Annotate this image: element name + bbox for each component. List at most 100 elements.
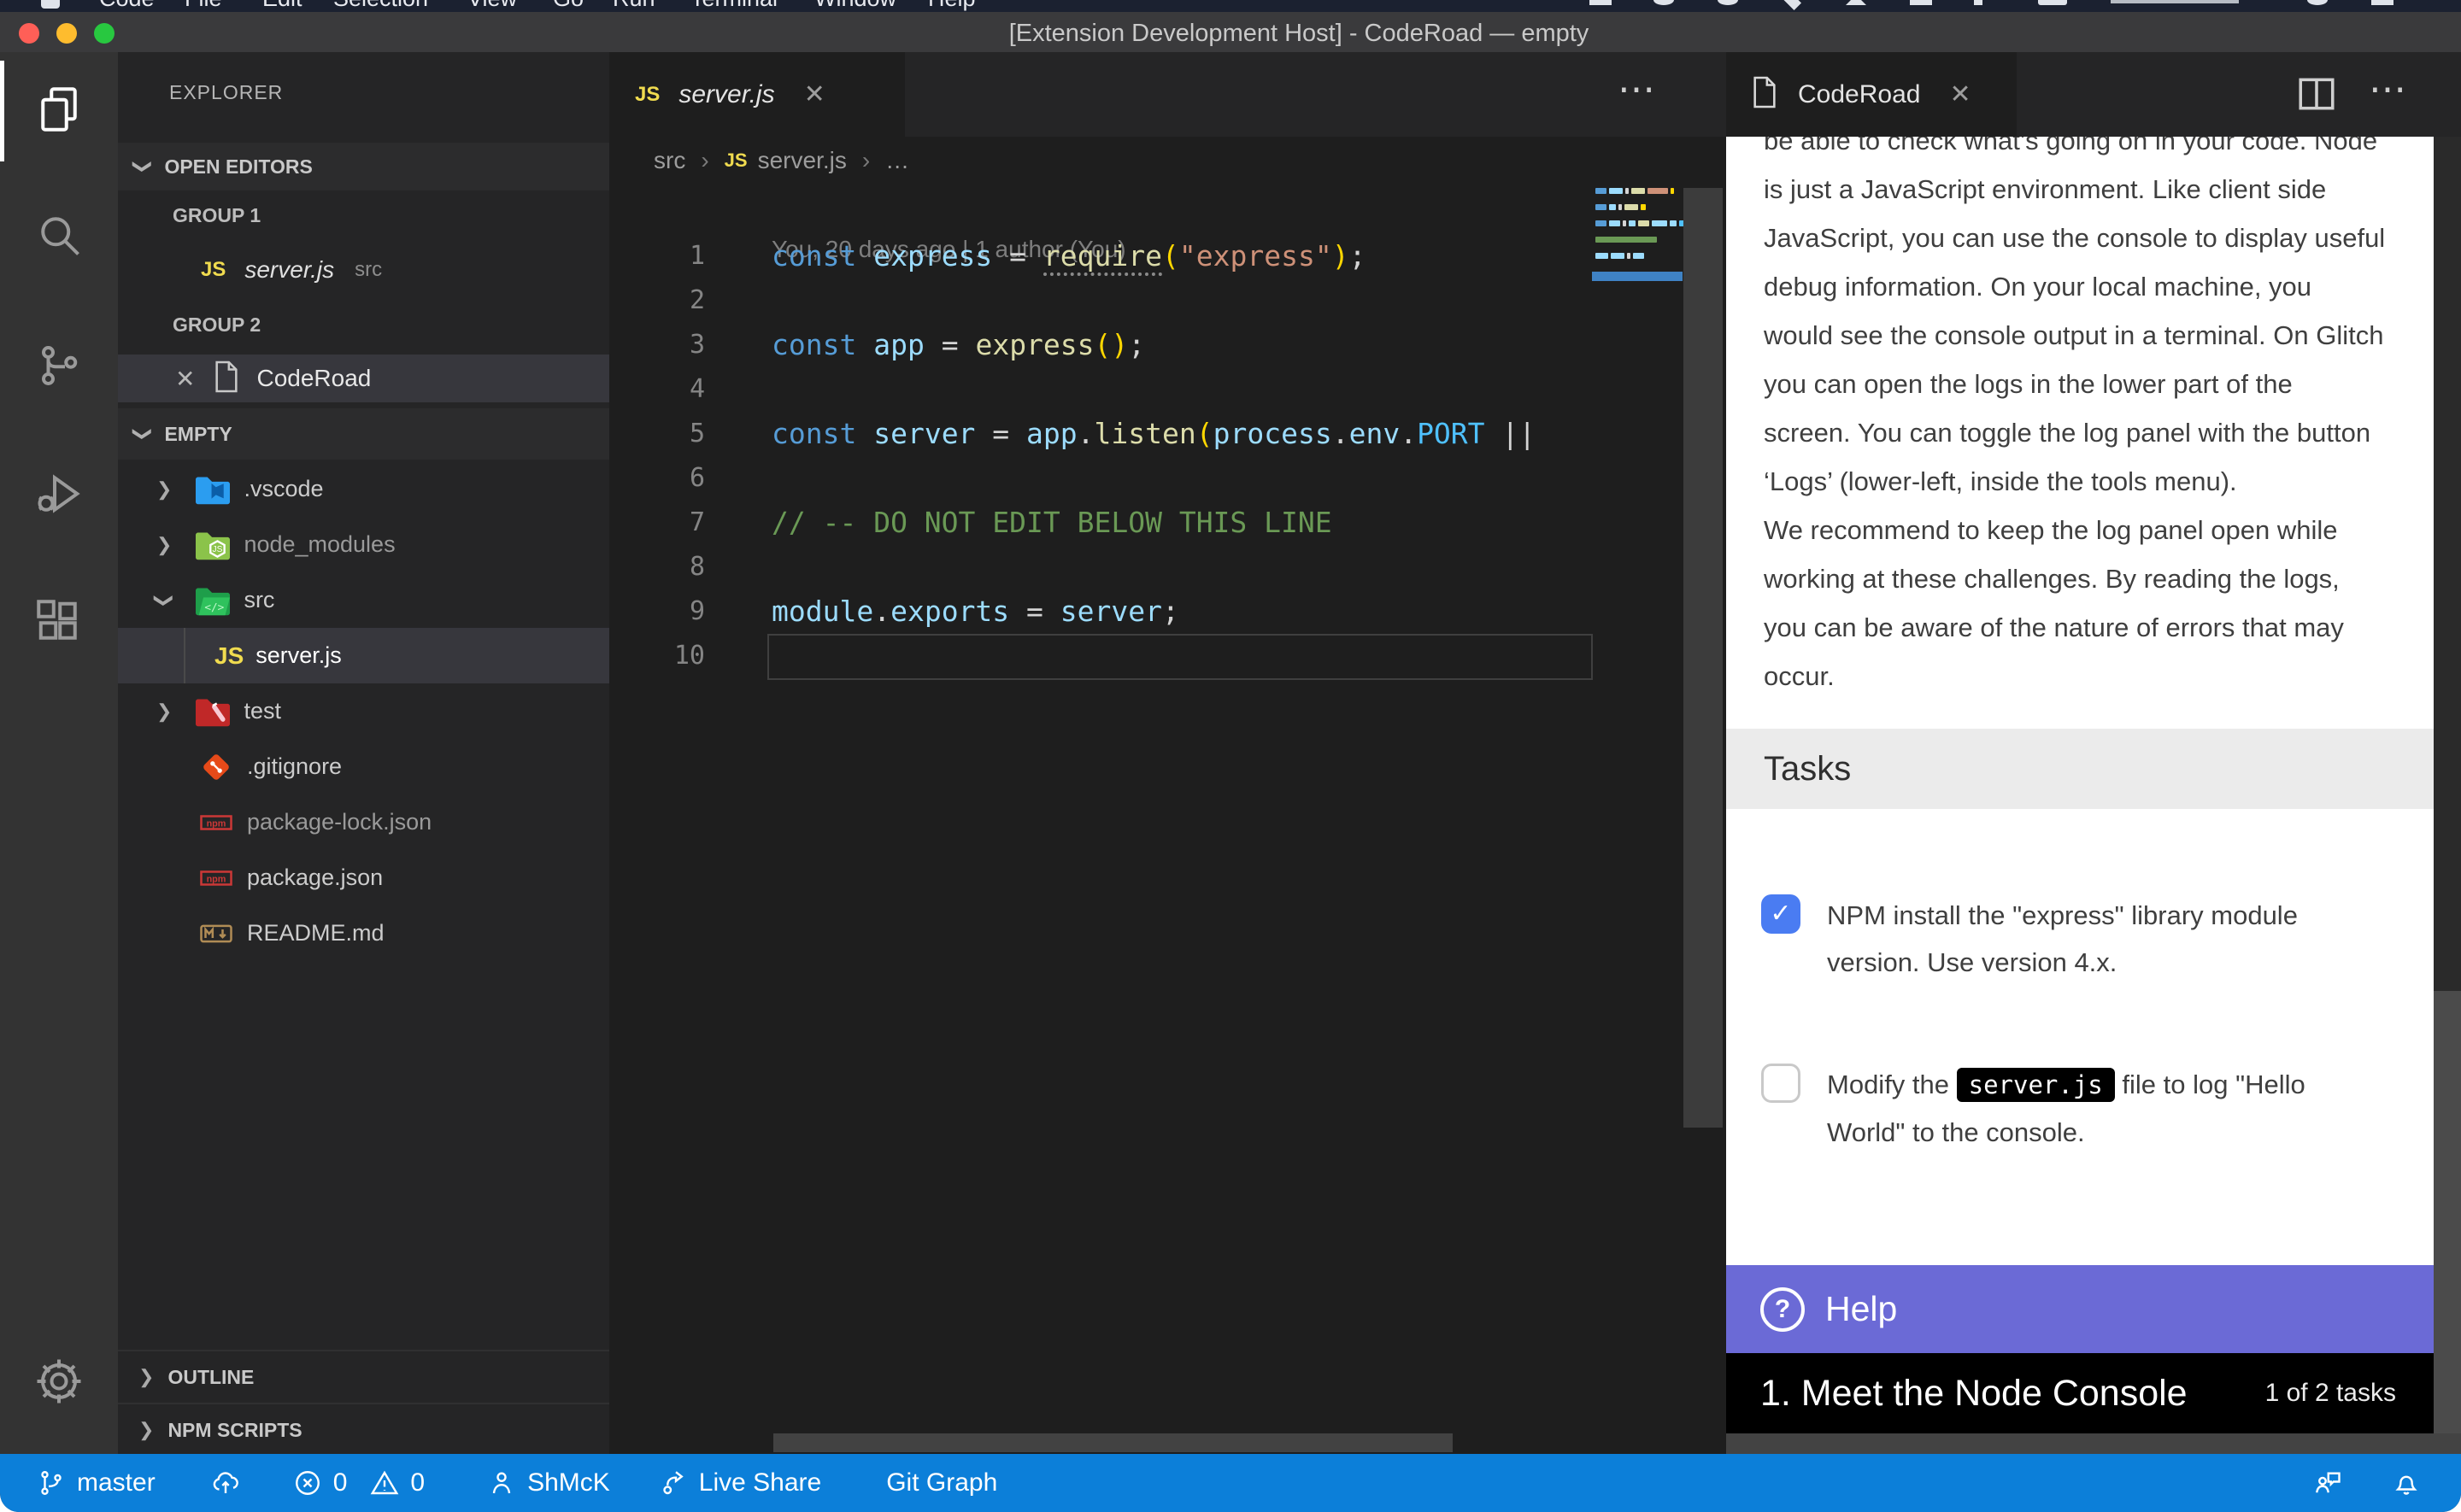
menubar-status-icon[interactable] [1781,0,1801,10]
tree-item-package-lock-json[interactable]: npmpackage-lock.json [118,794,609,850]
tab-coderoad[interactable]: CodeRoad ✕ [1726,52,2017,137]
status-item-bell-icon[interactable] [2391,1468,2422,1498]
chevron-right-icon: ❯ [156,700,172,723]
tab-serverjs[interactable]: JS server.js ✕ [609,52,905,137]
minimize-window-button[interactable] [56,23,77,44]
run-debug-icon[interactable] [0,442,118,545]
status-item-feedback-icon[interactable] [2312,1468,2343,1498]
status-item-live-share[interactable]: Live Share [658,1468,821,1498]
editor-vertical-scrollbar[interactable] [1683,188,1723,1128]
zoom-window-button[interactable] [94,23,115,44]
source-control-icon[interactable] [0,314,118,417]
menu-terminal[interactable]: Terminal [690,0,778,12]
folder-section-header[interactable]: ❯ EMPTY [118,408,609,460]
tree-item--vscode[interactable]: ❯.vscode [118,461,609,517]
settings-gear-icon[interactable] [0,1330,118,1433]
menu-file[interactable]: File [185,0,222,12]
extensions-icon[interactable] [0,571,118,673]
help-label: Help [1825,1289,1897,1329]
webview-scrollbar-track[interactable] [2434,137,2461,1433]
open-editor-coderoad[interactable]: ✕ CodeRoad [118,355,609,402]
tutorial-text-line: be able to check what’s going on in your… [1764,137,2385,165]
close-icon[interactable]: ✕ [175,365,195,393]
panel-more-actions-icon[interactable]: ⋯ [2369,67,2410,111]
webview-scrollbar-thumb[interactable] [2434,991,2461,1433]
menubar-clock[interactable] [2111,0,2239,3]
window-titlebar[interactable]: [Extension Development Host] - CodeRoad … [0,12,2461,53]
breadcrumb-item[interactable]: server.js [758,147,847,174]
menu-run[interactable]: Run [613,0,655,12]
code-line-9[interactable]: 9module.exports = server; [609,589,1601,634]
npm-scripts-section-header[interactable]: ❯ NPM SCRIPTS [118,1403,609,1454]
tree-item-label: server.js [255,642,342,669]
coderoad-webview: be able to check what’s going on in your… [1726,137,2434,1433]
code-line-7[interactable]: 7// -- DO NOT EDIT BELOW THIS LINE [609,501,1601,545]
open-editor-serverjs[interactable]: JS server.js src [118,250,609,290]
close-icon[interactable]: ✕ [804,79,825,109]
status-item-git-graph[interactable]: Git Graph [886,1468,997,1497]
npm-icon: npm [197,861,235,895]
menubar-status-icon[interactable] [1846,0,1866,5]
menu-help[interactable]: Help [928,0,976,12]
status-item-0[interactable]: 0 [292,1468,348,1498]
menubar-status-icon[interactable] [1589,0,1612,5]
tree-item-test[interactable]: ❯test [118,683,609,739]
outline-section-header[interactable]: ❯ OUTLINE [118,1350,609,1403]
tree-item-src[interactable]: ❯</>src [118,572,609,628]
panel-tab-bar: CodeRoad ✕ ⋯ [1726,52,2461,137]
tree-item-package-json[interactable]: npm package.json [118,850,609,905]
editor-more-actions-icon[interactable]: ⋯ [1618,67,1659,111]
status-item-shmck[interactable]: ShMcK [486,1468,610,1498]
split-editor-icon[interactable] [2295,73,2338,120]
close-window-button[interactable] [19,23,39,44]
menubar-status-icon[interactable] [2371,0,2393,5]
menubar-status-icon[interactable] [1653,0,1674,5]
close-icon[interactable]: ✕ [1949,79,1971,109]
status-item-0[interactable]: 0 [369,1468,425,1498]
open-editors-header[interactable]: ❯ OPEN EDITORS [118,143,609,190]
task1-checkbox[interactable]: ✓ [1761,894,1800,934]
menu-window[interactable]: Window [814,0,896,12]
apple-menu-icon[interactable] [41,0,60,9]
code-line-4[interactable]: 4 [609,367,1601,412]
breadcrumb-item[interactable]: … [885,147,909,174]
help-bar[interactable]: ? Help [1726,1265,2434,1353]
chevron-down-icon: ❯ [132,159,154,174]
menu-go[interactable]: Go [553,0,584,12]
tree-item--gitignore[interactable]: .gitignore [118,739,609,794]
indent-guide [184,628,185,683]
status-item-cloud-upload[interactable] [210,1468,241,1498]
code-line-3[interactable]: 3const app = express(); [609,323,1601,367]
menubar-status-icon[interactable] [2307,0,2328,5]
menu-view[interactable]: View [467,0,517,12]
explorer-icon[interactable] [0,58,118,161]
tree-item-label: package.json [247,864,383,891]
md-icon [197,917,235,951]
code-line-5[interactable]: 5const server = app.listen(process.env.P… [609,412,1601,456]
svg-text:</>: </> [205,600,225,612]
menu-selection[interactable]: Selection [333,0,428,12]
menu-code[interactable]: Code [99,0,155,12]
lesson-footer[interactable]: 1. Meet the Node Console 1 of 2 tasks [1726,1353,2434,1433]
breadcrumb[interactable]: src › JS server.js › … [609,137,1726,184]
code-line-2[interactable]: 2 [609,278,1601,323]
js-file-icon: JS [635,83,660,107]
code-line-1[interactable]: 1const express = require("express"); [609,234,1601,278]
code-line-8[interactable]: 8 [609,545,1601,589]
editor-horizontal-scrollbar[interactable] [773,1433,1453,1452]
menu-edit[interactable]: Edit [262,0,302,12]
menubar-status-icon[interactable] [1974,0,1982,5]
search-icon[interactable] [0,184,118,286]
tree-item-server-js[interactable]: JSserver.js [118,628,609,683]
menubar-status-icon[interactable] [1910,0,1932,5]
line-number: 2 [643,278,705,323]
menubar-status-icon[interactable] [1718,0,1738,5]
code-line-6[interactable]: 6 [609,456,1601,501]
tutorial-text-line: We recommend to keep the log panel open … [1764,506,2385,554]
menubar-battery-icon[interactable] [2038,0,2067,5]
task2-checkbox[interactable] [1761,1064,1800,1103]
tree-item-readme-md[interactable]: README.md [118,905,609,961]
breadcrumb-item[interactable]: src [654,147,685,174]
status-item-master[interactable]: master [36,1468,156,1498]
tree-item-node-modules[interactable]: ❯JSnode_modules [118,517,609,572]
